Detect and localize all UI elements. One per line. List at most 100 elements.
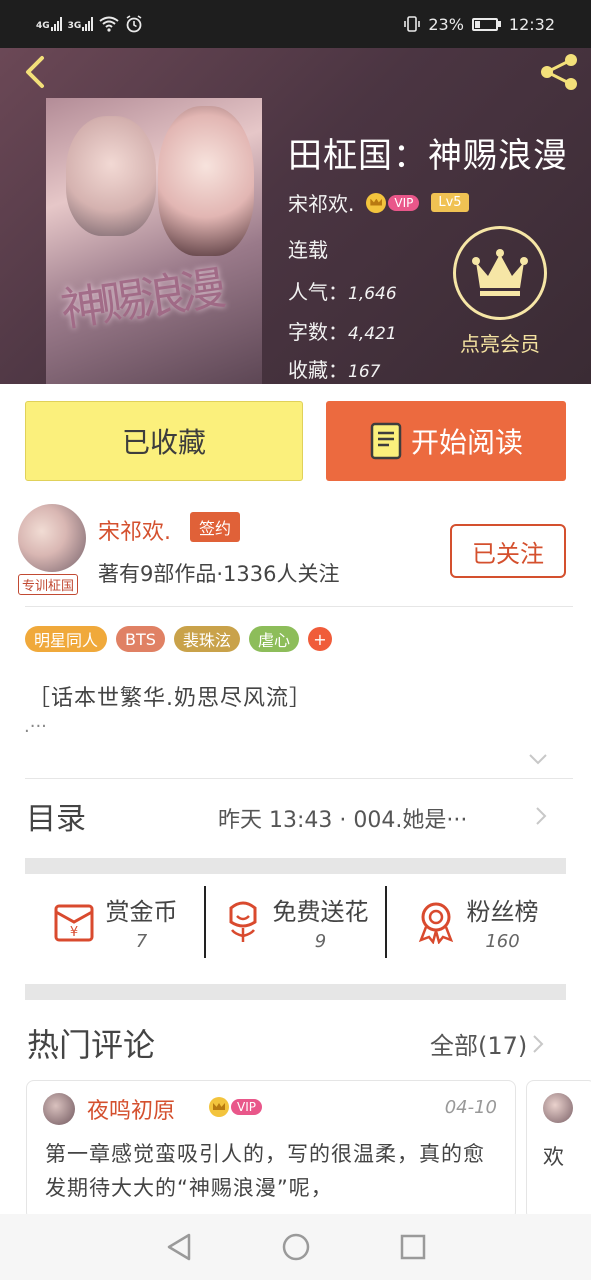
all-comments-link[interactable]: 全部(17): [430, 1026, 545, 1061]
start-reading-label: 开始阅读: [410, 426, 523, 459]
divider: [25, 778, 573, 779]
tag-item[interactable]: 明星同人: [25, 626, 108, 652]
commenter-name[interactable]: 夜鸣初原: [87, 1093, 175, 1125]
svg-text:¥: ¥: [69, 925, 77, 940]
action-count: 7: [135, 931, 148, 952]
tag-item[interactable]: BTS: [116, 626, 165, 652]
wifi-icon: [99, 16, 119, 32]
vip-badge: VIP: [366, 192, 420, 213]
square-recents-icon: [400, 1234, 425, 1260]
comment-card[interactable]: 欢: [526, 1080, 591, 1220]
crown-icon: [366, 192, 387, 213]
vibrate-icon: [404, 16, 421, 32]
followed-button[interactable]: 已关注: [450, 524, 566, 578]
book-icon: [370, 422, 402, 460]
action-label: 赏金币: [105, 898, 178, 926]
system-nav-bar: [0, 1214, 591, 1280]
intro-ellipsis: .···: [24, 716, 47, 737]
book-intro: ［话本世繁华.奶思尽风流］: [28, 686, 312, 711]
popularity-value: 1,646: [348, 284, 397, 304]
status-left: 4G 3G: [36, 15, 143, 33]
alarm-icon: [126, 15, 142, 33]
action-count: 160: [485, 931, 520, 952]
collected-button[interactable]: 已收藏: [25, 401, 303, 481]
start-reading-button[interactable]: 开始阅读: [326, 401, 566, 481]
chevron-down-icon[interactable]: [528, 752, 548, 766]
status-right: 23% 12:32: [404, 15, 555, 34]
author-stats: 著有9部作品·1336人关注: [98, 562, 340, 586]
crown-icon: [472, 249, 528, 296]
battery-percent: 23%: [428, 14, 464, 34]
favorites-label: 收藏：: [288, 358, 348, 382]
followed-label: 已关注: [472, 539, 544, 568]
favorites-row: 收藏：167: [288, 354, 380, 383]
all-comments-label: 全部(17): [430, 1032, 528, 1060]
reward-coins-button[interactable]: ¥ 赏金币 7: [25, 886, 204, 958]
cover-title-art: 神赐浪漫: [57, 261, 224, 337]
member-label: 点亮会员: [460, 332, 540, 356]
section-separator: [25, 858, 566, 874]
author-row: 宋祁欢. VIP Lv5: [288, 188, 469, 217]
vip-label: VIP: [388, 194, 420, 211]
book-cover[interactable]: 神赐浪漫: [46, 98, 262, 384]
member-button[interactable]: 点亮会员: [440, 226, 560, 366]
action-label: 免费送花: [272, 898, 369, 926]
nav-recents-button[interactable]: [393, 1227, 433, 1267]
network-type-1: 4G: [36, 21, 50, 31]
catalog-row[interactable]: 目录 昨天 13:43 · 004.她是···: [0, 780, 591, 852]
word-count-row: 字数：4,421: [288, 316, 397, 345]
section-separator: [25, 984, 566, 1000]
serial-status: 连载: [288, 238, 328, 262]
author-card-name[interactable]: 宋祁欢.: [98, 514, 171, 546]
tag-label: 裴珠泫: [182, 631, 231, 650]
latest-chapter-info: 昨天 13:43 · 004.她是···: [218, 808, 468, 833]
cover-figure-left: [66, 116, 156, 236]
nav-home-button[interactable]: [276, 1227, 316, 1267]
commenter-avatar[interactable]: [543, 1093, 573, 1123]
clock: 12:32: [508, 14, 555, 34]
word-count-label: 字数：: [288, 320, 348, 344]
hot-comments-title: 热门评论: [27, 1026, 156, 1064]
divider: [25, 606, 573, 607]
favorites-value: 167: [348, 362, 381, 382]
comment-date: 04-10: [444, 1097, 497, 1118]
tag-label: BTS: [125, 629, 156, 649]
commenter-avatar[interactable]: [43, 1093, 75, 1125]
signal-3g-icon: 3G: [68, 17, 94, 31]
comment-text: 欢: [543, 1145, 564, 1169]
fan-ranking-button[interactable]: 粉丝榜 160: [385, 886, 566, 958]
author-name[interactable]: 宋祁欢.: [288, 188, 354, 217]
tag-item[interactable]: 裴珠泫: [173, 626, 240, 652]
vip-label: VIP: [231, 1099, 262, 1115]
avatar-tag: 专训柾国: [18, 574, 79, 595]
status-bar: 4G 3G 23% 12:32: [0, 0, 591, 48]
avatar[interactable]: [18, 504, 86, 572]
comment-text: 第一章感觉蛮吸引人的，写的很温柔，真的愈发期待大大的“神赐浪漫”呢，: [45, 1142, 485, 1200]
tag-label: 明星同人: [34, 631, 99, 650]
collected-label: 已收藏: [121, 426, 206, 459]
nav-back-button[interactable]: [159, 1227, 199, 1267]
author-card: 专训柾国 宋祁欢. 签约 著有9部作品·1336人关注 已关注: [18, 504, 573, 604]
action-count: 9: [314, 931, 327, 952]
comment-card[interactable]: 夜鸣初原 VIP 04-10 第一章感觉蛮吸引人的，写的很温柔，真的愈发期待大大…: [26, 1080, 516, 1220]
tag-label: 虐心: [257, 631, 290, 650]
flower-icon: [229, 901, 256, 942]
send-flower-button[interactable]: 免费送花 9: [204, 886, 385, 958]
book-detail-panel: 已收藏 开始阅读 专训柾国 宋祁欢. 签约 著有9部作品·1336人关注 已关注…: [0, 384, 591, 1220]
chevron-left-icon: [26, 56, 44, 88]
action-label: 粉丝榜: [466, 898, 539, 926]
tag-list: 明星同人 BTS 裴珠泫 虐心 +: [25, 626, 332, 652]
red-envelope-icon: ¥: [54, 904, 93, 942]
chevron-right-icon: [533, 1034, 544, 1053]
share-button[interactable]: [537, 50, 581, 94]
back-button[interactable]: [16, 52, 56, 92]
book-title: 田柾国：神赐浪漫: [288, 136, 568, 176]
cover-figure-right: [158, 106, 254, 256]
action-row: ¥ 赏金币 7 免费送花 9 粉丝榜 160: [25, 874, 566, 970]
share-icon: [541, 54, 577, 90]
ribbon-medal-icon: [418, 902, 453, 944]
tag-item[interactable]: 虐心: [248, 626, 299, 652]
add-tag-button[interactable]: +: [307, 627, 332, 651]
word-count-value: 4,421: [348, 324, 397, 344]
popularity-row: 人气：1,646: [288, 276, 397, 305]
